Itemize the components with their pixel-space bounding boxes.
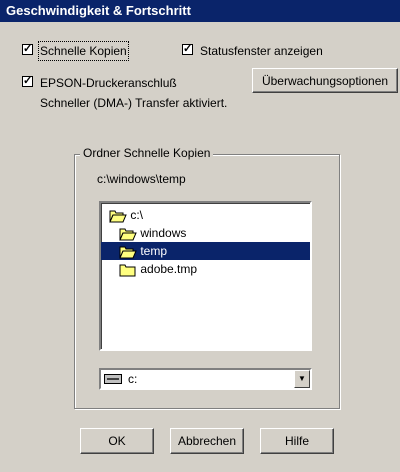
open-folder-icon [119,228,137,241]
open-folder-icon [109,210,127,223]
open-folder-icon [119,246,137,259]
help-button[interactable]: Hilfe [260,428,334,454]
closed-folder-icon [119,264,136,277]
folder-item-windows[interactable]: windows [119,224,186,242]
folder-item-label: temp [140,244,168,258]
folder-item-c-root[interactable]: c:\ [109,206,143,224]
epson-port-label: EPSON-Druckeranschluß [40,76,177,90]
monitoring-options-button[interactable]: Überwachungsoptionen [252,68,398,93]
folder-item-temp[interactable]: temp [101,242,310,260]
dma-status-text: Schneller (DMA-) Transfer aktiviert. [40,96,228,110]
ok-button[interactable]: OK [80,428,154,454]
status-window-checkbox[interactable]: ✓ [182,44,193,55]
folder-tree-list[interactable]: c:\ windows temp adobe.tmp [99,201,312,351]
dialog-title: Geschwindigkeit & Fortschritt [0,0,400,22]
current-folder-path: c:\windows\temp [97,172,186,186]
drive-select[interactable]: c: ▼ [99,368,312,390]
epson-port-checkbox[interactable]: ✓ [22,76,33,87]
fast-copies-checkbox[interactable]: ✓ [22,44,33,55]
epson-port-option[interactable]: ✓ EPSON-Druckeranschluß [22,75,222,91]
folder-item-label: windows [140,226,187,240]
status-window-label: Statusfenster anzeigen [200,44,323,58]
chevron-down-icon[interactable]: ▼ [294,370,310,388]
cancel-button[interactable]: Abbrechen [170,428,244,454]
drive-select-value: c: [128,372,138,386]
hard-drive-icon [104,374,122,384]
fast-copies-folder-group-title: Ordner Schnelle Kopien [80,146,214,160]
folder-item-label: adobe.tmp [140,262,198,276]
fast-copies-label: Schnelle Kopien [38,41,129,61]
folder-item-adobe-tmp[interactable]: adobe.tmp [119,260,197,278]
folder-item-label: c:\ [130,208,144,222]
status-window-option[interactable]: ✓ Statusfenster anzeigen [182,43,362,59]
fast-copies-option[interactable]: ✓ Schnelle Kopien [22,41,162,61]
